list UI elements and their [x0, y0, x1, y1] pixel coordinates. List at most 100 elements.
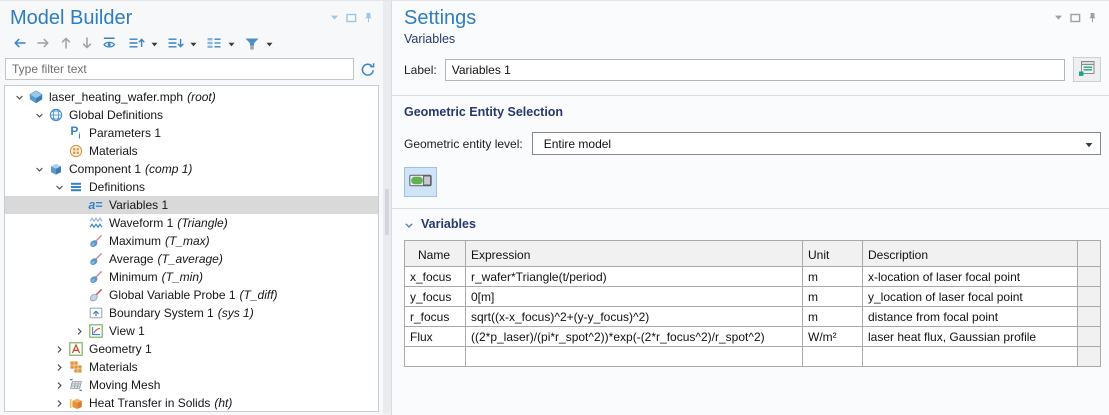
tree-item-label: Heat Transfer in Solids	[89, 396, 210, 410]
filter-button[interactable]	[241, 34, 263, 53]
chevron-right-icon[interactable]	[51, 381, 67, 390]
tree-item-geometry-1[interactable]: Geometry 1	[5, 340, 378, 358]
chevron-down-icon[interactable]	[31, 111, 47, 120]
cell-name[interactable]: r_focus	[405, 307, 466, 327]
settings-window-controls	[1054, 6, 1097, 23]
cell-description[interactable]: laser heat flux, Gaussian profile	[863, 327, 1078, 347]
model-builder-header: Model Builder	[0, 1, 383, 30]
expand-all-button[interactable]	[164, 34, 187, 52]
cell-unit[interactable]: W/m²	[803, 327, 863, 347]
forward-arrow-button[interactable]	[33, 34, 54, 52]
splitter-handle[interactable]	[385, 189, 389, 235]
move-up-button[interactable]	[57, 34, 75, 52]
cell-description[interactable]	[863, 347, 1078, 367]
tree-item-average[interactable]: Average(T_average)	[5, 250, 378, 268]
tree-item-tag: (T_min)	[162, 270, 203, 284]
geometric-entity-selection-section: Geometric Entity Selection Geometric ent…	[392, 96, 1109, 208]
cell-name[interactable]: x_focus	[405, 267, 466, 287]
chevron-right-icon[interactable]	[51, 345, 67, 354]
move-down-button[interactable]	[78, 34, 96, 52]
dropdown-caret-icon[interactable]	[151, 40, 158, 47]
toggle-switch-icon	[409, 173, 432, 191]
tree-item-component-1[interactable]: Component 1(comp 1)	[5, 160, 378, 178]
dropdown-caret-icon[interactable]	[266, 40, 273, 47]
tree-item-parameters-1[interactable]: PiParameters 1	[5, 124, 378, 142]
model-builder-window-controls	[330, 6, 373, 23]
cell-unit[interactable]: m	[803, 307, 863, 327]
select-caret-icon	[1085, 137, 1093, 151]
chevron-right-icon[interactable]	[51, 399, 67, 408]
tree-item-definitions[interactable]: Definitions	[5, 178, 378, 196]
chevron-down-icon[interactable]	[11, 93, 27, 102]
tree-item-materials[interactable]: Materials	[5, 358, 378, 376]
cell-expression[interactable]: sqrt((x-x_focus)^2+(y-y_focus)^2)	[466, 307, 803, 327]
cell-expression[interactable]	[466, 347, 803, 367]
tree-item-variables-1[interactable]: a=Variables 1	[5, 196, 378, 214]
cell-extra	[1078, 267, 1101, 287]
waveform-icon	[87, 216, 104, 231]
view-icon	[87, 324, 104, 339]
cell-name[interactable]	[405, 347, 466, 367]
cell-unit[interactable]: m	[803, 267, 863, 287]
back-arrow-button[interactable]	[9, 34, 30, 52]
cell-expression[interactable]: ((2*p_laser)/(pi*r_spot^2))*exp(-(2*r_fo…	[466, 327, 803, 347]
menu-caret-icon[interactable]	[1054, 14, 1063, 21]
tree-item-view-1[interactable]: View 1	[5, 322, 378, 340]
tree-item-boundary-system-1[interactable]: Boundary System 1(sys 1)	[5, 304, 378, 322]
settings-subtitle: Variables	[392, 30, 1109, 55]
cell-extra	[1078, 327, 1101, 347]
geometric-entity-selection-title: Geometric Entity Selection	[404, 105, 1101, 119]
float-window-icon[interactable]	[1070, 13, 1081, 23]
tree-item-moving-mesh[interactable]: Moving Mesh	[5, 376, 378, 394]
float-window-icon[interactable]	[346, 13, 357, 23]
cell-name[interactable]: Flux	[405, 327, 466, 347]
cell-expression[interactable]: r_wafer*Triangle(t/period)	[466, 267, 803, 287]
column-header-name: Name	[405, 241, 466, 267]
cell-name[interactable]: y_focus	[405, 287, 466, 307]
menu-caret-icon[interactable]	[330, 14, 339, 21]
cell-description[interactable]: x-location of laser focal point	[863, 267, 1078, 287]
refresh-icon[interactable]	[360, 61, 376, 77]
active-selection-toggle-button[interactable]	[404, 167, 437, 197]
variables-table: NameExpressionUnitDescription x_focusr_w…	[404, 240, 1101, 367]
extra-column-header	[1078, 241, 1101, 267]
cell-unit[interactable]: m	[803, 287, 863, 307]
tree-item-global-variable-probe-1[interactable]: Global Variable Probe 1(T_diff)	[5, 286, 378, 304]
chevron-down-icon[interactable]	[51, 183, 67, 192]
geometric-entity-level-select[interactable]: Entire model	[532, 132, 1101, 155]
node-text-button[interactable]	[203, 34, 225, 52]
tree-item-materials[interactable]: Materials	[5, 142, 378, 160]
model-tree: laser_heating_wafer.mph(root)Global Defi…	[4, 85, 379, 412]
cell-expression[interactable]: 0[m]	[466, 287, 803, 307]
variables-section-header[interactable]: Variables	[404, 217, 1101, 231]
tree-item-heat-transfer-in-solids[interactable]: Heat Transfer in Solids(ht)	[5, 394, 378, 412]
cell-unit[interactable]	[803, 347, 863, 367]
panel-splitter[interactable]	[383, 1, 391, 414]
chevron-right-icon[interactable]	[71, 327, 87, 336]
probe-icon	[87, 270, 104, 285]
tree-item-minimum[interactable]: Minimum(T_min)	[5, 268, 378, 286]
show-button[interactable]	[99, 34, 122, 52]
table-row: x_focusr_wafer*Triangle(t/period)mx-loca…	[405, 267, 1101, 287]
dropdown-caret-icon[interactable]	[190, 40, 197, 47]
pin-window-icon[interactable]	[364, 12, 373, 23]
label-options-button[interactable]	[1073, 57, 1101, 82]
settings-title: Settings	[404, 6, 476, 30]
chevron-down-icon[interactable]	[31, 165, 47, 174]
section-collapse-chevron-icon	[404, 219, 414, 230]
chevron-right-icon[interactable]	[51, 363, 67, 372]
geometric-entity-level-row: Geometric entity level: Entire model	[404, 132, 1101, 155]
label-input[interactable]	[445, 59, 1065, 81]
cell-description[interactable]: distance from focal point	[863, 307, 1078, 327]
dropdown-caret-icon[interactable]	[228, 40, 235, 47]
tree-item-global-definitions[interactable]: Global Definitions	[5, 106, 378, 124]
filter-input[interactable]	[5, 58, 354, 80]
cell-description[interactable]: y_location of laser focal point	[863, 287, 1078, 307]
collapse-all-button[interactable]	[125, 34, 148, 52]
tree-item-maximum[interactable]: Maximum(T_max)	[5, 232, 378, 250]
materials-comp-icon	[67, 360, 84, 375]
tree-item-waveform-1[interactable]: Waveform 1(Triangle)	[5, 214, 378, 232]
pin-window-icon[interactable]	[1088, 12, 1097, 23]
tree-item-label: View 1	[109, 324, 145, 338]
tree-item-laser-heating-wafer.mph[interactable]: laser_heating_wafer.mph(root)	[5, 88, 378, 106]
